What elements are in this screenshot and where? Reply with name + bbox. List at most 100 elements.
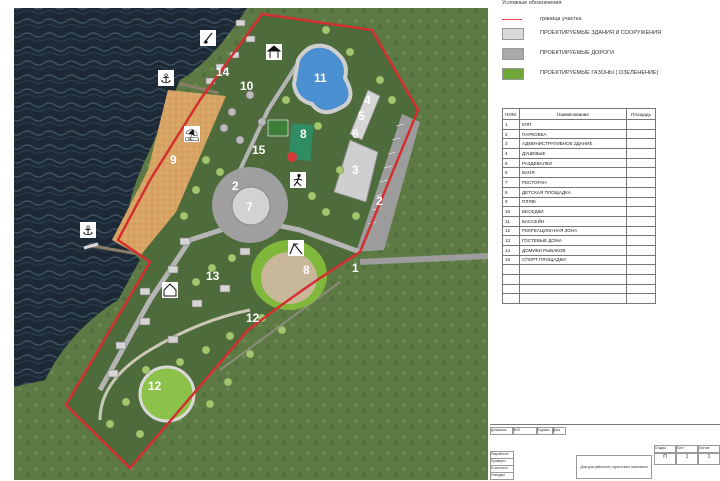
row-num: 10 — [502, 206, 520, 217]
row-name: СПОРТ ПЛОЩАДКИ — [519, 254, 627, 266]
row-num: 2 — [502, 128, 520, 140]
row-num: 4 — [502, 148, 520, 159]
table-row: 1 КПП — [502, 119, 656, 130]
legend-panel: Условные обозначения граница участка ПРО… — [488, 0, 720, 480]
row-area — [626, 235, 656, 246]
empty-cell — [626, 274, 656, 285]
row-num: 15 — [502, 254, 520, 266]
row-name: ДОМИКИ РЫБАКОВ — [519, 244, 627, 256]
table-row: 14 ДОМИКИ РЫБАКОВ — [502, 244, 656, 256]
row-area — [626, 148, 656, 159]
table-row: 12 РЕКРЕАЦИОННАЯ ЗОНА — [502, 225, 656, 237]
row-name: БАНЯ — [519, 167, 627, 179]
row-area — [626, 119, 656, 130]
title-block: Должность ФИО Подпись Дата Разработал Пр… — [490, 424, 720, 481]
table-row: 10 БЕСЕДКИ — [502, 206, 656, 217]
stamp-col-name: ФИО — [512, 427, 538, 435]
playground-sand — [261, 252, 317, 304]
sport-court-icon — [287, 152, 297, 162]
stamp-row-4: Утвердил — [490, 472, 514, 480]
left-margin — [0, 0, 14, 480]
label-8-court: 8 — [300, 127, 307, 141]
table-row-empty — [502, 264, 656, 275]
table-row: 3 АДМИНИСТРАТИВНОЕ ЗДАНИЕ — [502, 138, 656, 150]
sports-court-2 — [267, 119, 289, 137]
stamp-sheet-title: Дом для районного туристского комплекса — [576, 455, 652, 479]
row-name: БЕСЕДКИ — [519, 206, 627, 217]
table-row: 6 БАНЯ — [502, 167, 656, 179]
stamp-stage-label: Стадия — [654, 445, 676, 453]
label-10: 10 — [240, 79, 254, 93]
row-num: 14 — [502, 244, 520, 256]
label-2-plaza: 2 — [232, 179, 239, 193]
row-num: 13 — [502, 235, 520, 246]
table-row-empty — [502, 274, 656, 285]
row-area — [626, 206, 656, 217]
table-row: 15 СПОРТ ПЛОЩАДКИ — [502, 254, 656, 266]
row-area — [626, 254, 656, 266]
row-num: 12 — [502, 225, 520, 237]
row-name: ПЛЯЖ — [519, 196, 627, 208]
sport-icon — [290, 172, 306, 188]
label-2-parking: 2 — [376, 194, 383, 208]
empty-cell — [519, 293, 627, 305]
row-num: 6 — [502, 167, 520, 179]
row-num: 1 — [502, 119, 520, 130]
row-area — [626, 215, 656, 227]
row-area — [626, 244, 656, 256]
row-name: ГОСТЕВЫЕ ДОМА — [519, 235, 627, 246]
label-3: 3 — [352, 163, 359, 177]
legend-boundary-label: граница участка — [540, 16, 582, 22]
label-6: 6 — [352, 127, 359, 141]
table-row-empty — [502, 293, 656, 305]
row-area — [626, 196, 656, 208]
table-row: 5 РАЗДЕВАЛКИ — [502, 157, 656, 169]
legend-lawns-swatch — [502, 68, 524, 80]
row-name: РАЗДЕВАЛКИ — [519, 157, 627, 169]
row-num: 11 — [502, 215, 520, 227]
empty-cell — [519, 264, 627, 275]
row-name: БАССЕЙН — [519, 215, 627, 227]
stamp-sheet-label: Лист — [676, 445, 698, 453]
anchor-icon: ⚓ — [158, 70, 174, 87]
row-area — [626, 128, 656, 140]
stamp-sheets-value: 1 — [698, 453, 720, 465]
empty-cell — [626, 264, 656, 275]
table-row: 4 ДУШЕВЫЕ — [502, 148, 656, 159]
empty-cell — [519, 274, 627, 285]
label-12-circle: 12 — [148, 379, 162, 393]
row-area — [626, 138, 656, 150]
svg-text:⛱: ⛱ — [184, 128, 199, 142]
header-name: Наименование — [519, 108, 627, 120]
row-num: 5 — [502, 157, 520, 169]
stamp-sheets-label: Листов — [698, 445, 720, 453]
table-row: 7 РЕСТОРАН — [502, 177, 656, 188]
label-7: 7 — [246, 200, 253, 214]
row-name: РЕКРЕАЦИОННАЯ ЗОНА — [519, 225, 627, 237]
label-8-playground: 8 — [303, 263, 310, 277]
anchor-icon-south: ⚓ — [80, 222, 96, 239]
row-name: РЕСТОРАН — [519, 177, 627, 188]
row-num: 8 — [502, 186, 520, 198]
empty-cell — [502, 293, 520, 305]
label-4: 4 — [364, 93, 371, 107]
recreation-circle — [138, 365, 196, 423]
empty-cell — [519, 283, 627, 295]
stamp-col-role: Должность — [490, 427, 514, 435]
row-num: 9 — [502, 196, 520, 208]
table-row: 2 ПАРКОВКА — [502, 128, 656, 140]
legend-lawns-label: ПРОЕКТИРУЕМЫЕ ГАЗОНЫ ( ОЗЕЛЕНЕНИЕ) — [540, 70, 659, 76]
row-area — [626, 225, 656, 237]
table-row: 13 ГОСТЕВЫЕ ДОМА — [502, 235, 656, 246]
row-name: ДЕТСКАЯ ПЛОЩАДКА — [519, 186, 627, 198]
empty-cell — [626, 283, 656, 295]
fishing-icon — [200, 30, 216, 46]
row-area — [626, 157, 656, 169]
header-num: НОМ. — [502, 108, 520, 120]
row-area — [626, 177, 656, 188]
label-12-park: 12 — [246, 311, 260, 325]
playground-icon — [288, 240, 304, 256]
empty-cell — [502, 264, 520, 275]
label-1: 1 — [352, 261, 359, 275]
explication-table: НОМ. Наименование Площадь 1 КПП 2 ПАРКОВКА 3… — [502, 108, 656, 305]
